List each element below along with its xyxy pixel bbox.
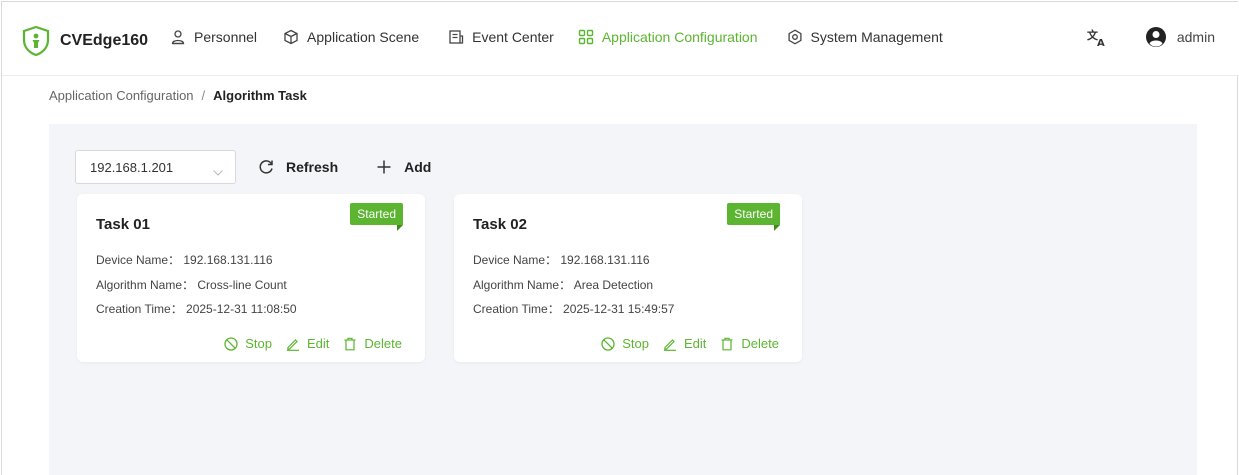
trash-icon	[343, 337, 357, 351]
task-actions: Stop Edit Delete	[587, 336, 779, 351]
task-card: Task 02 Started Device Name： 192.168.131…	[454, 194, 802, 362]
stop-icon	[224, 336, 238, 351]
delete-label: Delete	[364, 336, 402, 351]
add-label: Add	[404, 159, 432, 175]
breadcrumb-separator: /	[201, 88, 206, 103]
algorithm-name-line: Algorithm Name： Cross-line Count	[96, 278, 287, 292]
creation-time-line: Creation Time： 2025-12-31 11:08:50	[96, 302, 297, 316]
stop-label: Stop	[245, 336, 273, 351]
breadcrumb-current: Algorithm Task	[213, 88, 307, 103]
breadcrumb-parent[interactable]: Application Configuration	[49, 88, 194, 103]
toolbar: 192.168.1.201 Refresh Add	[75, 150, 431, 184]
status-badge: Started	[727, 203, 780, 231]
edit-button[interactable]: Edit	[663, 336, 706, 351]
main-nav: Personnel Application Scene Event Center…	[170, 29, 943, 45]
stop-button[interactable]: Stop	[224, 336, 272, 351]
main-content: 192.168.1.201 Refresh Add Task 01 Starte…	[49, 124, 1197, 475]
grid-icon	[578, 29, 594, 45]
nav-item-application-configuration[interactable]: Application Configuration	[578, 29, 758, 45]
device-select[interactable]: 192.168.1.201	[75, 150, 236, 184]
nav-item-event-center[interactable]: Event Center	[448, 29, 554, 45]
svg-text:A: A	[1097, 38, 1105, 48]
nav-item-personnel[interactable]: Personnel	[170, 29, 257, 45]
brand[interactable]: CVEdge160	[22, 25, 149, 57]
nav-label: System Management	[810, 29, 943, 45]
pencil-icon	[663, 337, 677, 351]
app-name: CVEdge160	[60, 32, 149, 49]
top-right-controls: 文 A admin	[1086, 26, 1215, 49]
shield-logo-icon	[22, 25, 50, 57]
stop-button[interactable]: Stop	[601, 336, 649, 351]
task-card: Task 01 Started Device Name： 192.168.131…	[77, 194, 425, 362]
refresh-icon	[258, 159, 274, 175]
stop-icon	[601, 336, 615, 351]
edit-label: Edit	[307, 336, 330, 351]
nav-label: Event Center	[472, 29, 554, 45]
edit-label: Edit	[684, 336, 707, 351]
cube-icon	[283, 29, 299, 45]
status-badge: Started	[350, 203, 403, 231]
delete-label: Delete	[741, 336, 779, 351]
chevron-down-icon	[213, 164, 223, 176]
nav-item-system-management[interactable]: System Management	[787, 29, 943, 45]
refresh-button[interactable]: Refresh	[258, 159, 338, 175]
document-icon	[448, 29, 464, 45]
translate-icon[interactable]: 文 A	[1086, 26, 1108, 49]
trash-icon	[720, 337, 734, 351]
plus-icon	[376, 159, 392, 175]
nav-label: Application Configuration	[601, 29, 758, 45]
delete-button[interactable]: Delete	[343, 336, 402, 351]
device-select-value: 192.168.1.201	[90, 159, 174, 175]
top-navigation-bar: CVEdge160 Personnel Application Scene Ev…	[2, 2, 1239, 76]
refresh-label: Refresh	[286, 159, 339, 175]
user-avatar-icon[interactable]	[1145, 26, 1167, 48]
edit-button[interactable]: Edit	[286, 336, 329, 351]
creation-time-line: Creation Time： 2025-12-31 15:49:57	[473, 302, 675, 316]
pencil-icon	[286, 337, 300, 351]
breadcrumb: Application Configuration / Algorithm Ta…	[49, 88, 307, 103]
algorithm-name-line: Algorithm Name： Area Detection	[473, 278, 654, 292]
task-title: Task 01	[96, 216, 150, 233]
delete-button[interactable]: Delete	[720, 336, 779, 351]
task-title: Task 02	[473, 216, 527, 233]
person-icon	[170, 29, 186, 45]
device-name-line: Device Name： 192.168.131.116	[473, 253, 650, 267]
gear-icon	[787, 29, 803, 45]
add-button[interactable]: Add	[376, 159, 431, 175]
stop-label: Stop	[622, 336, 650, 351]
app-window: CVEdge160 Personnel Application Scene Ev…	[1, 1, 1239, 475]
nav-label: Personnel	[194, 29, 258, 45]
nav-item-application-scene[interactable]: Application Scene	[283, 29, 419, 45]
nav-label: Application Scene	[307, 29, 420, 45]
task-actions: Stop Edit Delete	[210, 336, 402, 351]
user-name[interactable]: admin	[1177, 29, 1215, 45]
device-name-line: Device Name： 192.168.131.116	[96, 253, 273, 267]
